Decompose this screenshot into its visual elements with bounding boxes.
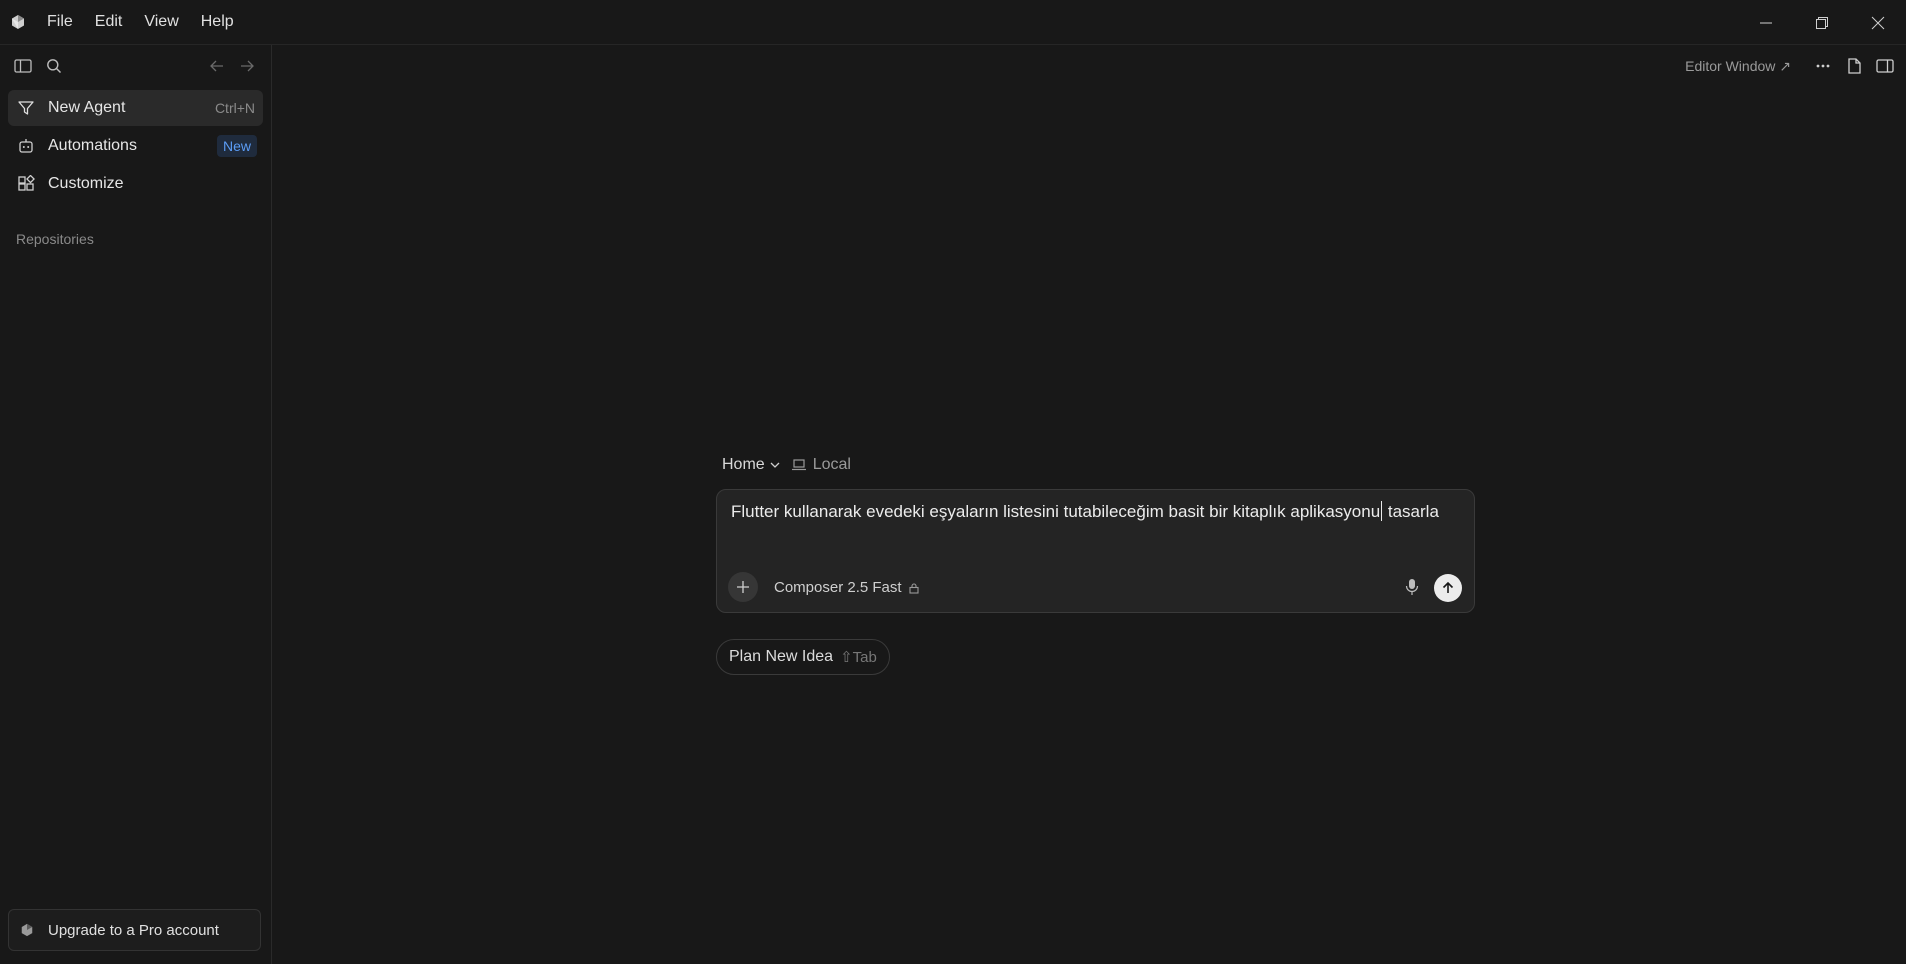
robot-icon (16, 136, 36, 156)
toggle-panel-icon[interactable] (1875, 56, 1895, 76)
toggle-sidebar-icon[interactable] (13, 56, 33, 76)
local-selector[interactable]: Local (791, 456, 851, 474)
cube-icon (19, 922, 35, 938)
app-window: File Edit View Help New Agent Ctrl+N Aut… (0, 0, 1906, 964)
menu-file[interactable]: File (36, 0, 84, 45)
send-button[interactable] (1434, 574, 1462, 602)
home-label: Home (722, 456, 765, 473)
keyboard-shortcut: Ctrl+N (214, 100, 255, 116)
menu-bar: File Edit View Help (36, 0, 245, 45)
prompt-input[interactable]: Flutter kullanarak evedeki eşyaların lis… (731, 501, 1439, 522)
lock-icon (909, 582, 919, 594)
restore-button[interactable] (1794, 0, 1850, 45)
restore-icon (1816, 16, 1828, 29)
cursor-cube-icon (0, 0, 36, 45)
document-icon[interactable] (1844, 56, 1864, 76)
close-icon (1871, 16, 1885, 29)
sidebar-nav: New Agent Ctrl+N Automations New Customi… (0, 90, 271, 202)
agent-icon (16, 98, 36, 118)
minimize-button[interactable] (1738, 0, 1794, 45)
title-bar: File Edit View Help (0, 0, 1906, 45)
editor-window-link[interactable]: Editor Window ↗ (1685, 58, 1791, 75)
close-button[interactable] (1850, 0, 1906, 45)
back-arrow-icon[interactable] (207, 56, 227, 76)
context-bar: Home Local (722, 453, 851, 477)
repositories-heading: Repositories (16, 231, 94, 247)
model-selector[interactable]: Composer 2.5 Fast (774, 579, 920, 596)
sidebar-item-customize[interactable]: Customize (8, 166, 263, 202)
prompt-text-tail: tasarla (1383, 502, 1439, 521)
more-icon[interactable] (1813, 56, 1833, 76)
text-caret (1381, 501, 1383, 521)
upgrade-button[interactable]: Upgrade to a Pro account (8, 909, 261, 951)
add-context-button[interactable] (728, 572, 758, 602)
main-area: Editor Window ↗ Home Local Flutter kulla… (273, 45, 1906, 964)
plan-new-idea-button[interactable]: Plan New Idea ⇧Tab (716, 639, 890, 675)
menu-edit[interactable]: Edit (84, 0, 134, 45)
customize-icon (16, 174, 36, 194)
plan-new-idea-label: Plan New Idea (729, 648, 834, 665)
arrow-up-icon (1442, 581, 1454, 593)
forward-arrow-icon[interactable] (237, 56, 257, 76)
search-icon[interactable] (44, 56, 64, 76)
sidebar-toolbar (0, 45, 271, 87)
sidebar: New Agent Ctrl+N Automations New Customi… (0, 45, 272, 964)
microphone-icon (1405, 579, 1419, 595)
menu-view[interactable]: View (133, 0, 189, 45)
composer-box: Flutter kullanarak evedeki eşyaların lis… (716, 489, 1475, 613)
window-controls (1738, 0, 1906, 45)
sidebar-item-label: New Agent (48, 99, 126, 116)
plus-icon (737, 581, 749, 593)
new-badge: New (216, 135, 257, 157)
sidebar-item-automations[interactable]: Automations New (8, 128, 263, 164)
laptop-icon (791, 459, 806, 471)
shortcut-hint: ⇧Tab (840, 649, 877, 666)
sidebar-item-label: Automations (48, 137, 137, 154)
minimize-icon (1760, 22, 1772, 23)
sidebar-item-new-agent[interactable]: New Agent Ctrl+N (8, 90, 263, 126)
prompt-text: Flutter kullanarak evedeki eşyaların lis… (731, 502, 1381, 521)
local-label: Local (812, 456, 851, 473)
top-actions: Editor Window ↗ (1685, 45, 1906, 87)
home-dropdown[interactable]: Home (722, 456, 781, 474)
chevron-down-icon (770, 462, 780, 468)
upgrade-label: Upgrade to a Pro account (48, 921, 219, 939)
model-label: Composer 2.5 Fast (774, 579, 902, 596)
microphone-button[interactable] (1402, 576, 1422, 598)
menu-help[interactable]: Help (190, 0, 245, 45)
sidebar-item-label: Customize (48, 175, 124, 192)
